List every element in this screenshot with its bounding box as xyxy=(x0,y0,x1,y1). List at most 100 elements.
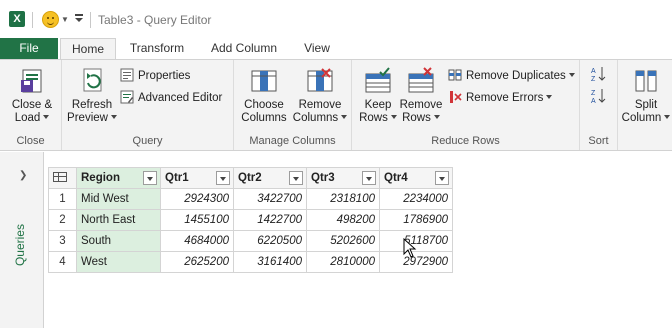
header-row: Region Qtr1 Qtr2 Qtr3 Qtr4 xyxy=(48,167,453,189)
properties-button[interactable]: Properties xyxy=(120,67,190,85)
svg-text:Z: Z xyxy=(591,76,596,83)
column-header-region[interactable]: Region xyxy=(76,167,161,189)
keep-rows-icon xyxy=(363,66,393,96)
remove-rows-label-1: Remove xyxy=(399,99,443,111)
qtr2-cell[interactable]: 1422700 xyxy=(233,209,307,231)
manage-columns-group-label: Manage Columns xyxy=(249,135,336,147)
svg-text:Z: Z xyxy=(591,90,596,97)
advanced-editor-icon xyxy=(120,90,134,104)
filter-dropdown-icon[interactable] xyxy=(216,171,230,185)
advanced-editor-label: Advanced Editor xyxy=(138,92,223,104)
row-number[interactable]: 3 xyxy=(48,230,77,252)
keep-rows-button[interactable]: Keep Rows xyxy=(358,66,398,125)
filter-dropdown-icon[interactable] xyxy=(435,171,449,185)
remove-columns-button[interactable]: Remove Columns xyxy=(292,66,348,125)
close-load-icon xyxy=(17,66,47,96)
qtr3-cell[interactable]: 2318100 xyxy=(306,188,380,210)
close-load-label-2: Load xyxy=(14,112,41,124)
chevron-down-icon xyxy=(43,115,50,119)
excel-logo-icon: X xyxy=(9,11,25,27)
region-cell[interactable]: South xyxy=(76,230,161,252)
filter-dropdown-icon[interactable] xyxy=(289,171,303,185)
tab-transform[interactable]: Transform xyxy=(122,38,192,59)
split-column-icon xyxy=(631,66,661,96)
refresh-icon xyxy=(77,66,107,96)
remove-duplicates-icon xyxy=(448,68,462,82)
keep-rows-label-1: Keep xyxy=(364,99,392,111)
table-row: 1 Mid West 2924300 3422700 2318100 22340… xyxy=(48,188,453,210)
chevron-down-icon xyxy=(390,115,397,119)
region-cell[interactable]: Mid West xyxy=(76,188,161,210)
title-bar: X ▼ Table3 - Query Editor xyxy=(0,0,672,38)
qtr4-cell[interactable]: 2234000 xyxy=(379,188,453,210)
remove-rows-label-2: Rows xyxy=(402,112,431,124)
remove-errors-label: Remove Errors xyxy=(466,92,544,104)
properties-icon xyxy=(120,68,134,82)
row-number[interactable]: 4 xyxy=(48,251,77,273)
close-load-button[interactable]: Close & Load xyxy=(6,66,58,125)
qtr1-cell[interactable]: 2625200 xyxy=(160,251,234,273)
region-cell[interactable]: West xyxy=(76,251,161,273)
split-column-label-2: Column xyxy=(621,112,662,124)
chevron-down-icon[interactable]: ▼ xyxy=(61,15,69,24)
reduce-rows-group-label: Reduce Rows xyxy=(431,135,500,147)
qtr4-cell[interactable]: 1786900 xyxy=(379,209,453,231)
tab-file[interactable]: File xyxy=(0,38,58,59)
tab-home[interactable]: Home xyxy=(60,38,116,60)
qtr3-cell[interactable]: 2810000 xyxy=(306,251,380,273)
split-column-button[interactable]: Split Column xyxy=(620,66,672,125)
ribbon-tabs: File Home Transform Add Column View xyxy=(0,38,672,60)
table-menu-button[interactable] xyxy=(48,167,77,189)
column-header-label: Qtr4 xyxy=(384,172,408,184)
tab-add-column[interactable]: Add Column xyxy=(204,38,284,59)
remove-duplicates-label: Remove Duplicates xyxy=(466,70,566,82)
data-grid: Region Qtr1 Qtr2 Qtr3 Qtr4 1 Mid West 29… xyxy=(48,167,453,273)
refresh-preview-button[interactable]: Refresh Preview xyxy=(64,66,120,125)
column-header-qtr4[interactable]: Qtr4 xyxy=(379,167,453,189)
qtr3-cell[interactable]: 5202600 xyxy=(306,230,380,252)
svg-text:A: A xyxy=(591,98,596,105)
remove-errors-icon xyxy=(448,90,462,104)
queries-pane-label[interactable]: Queries xyxy=(13,224,27,266)
advanced-editor-button[interactable]: Advanced Editor xyxy=(120,89,222,107)
column-header-label: Qtr3 xyxy=(311,172,335,184)
sort-ascending-button[interactable]: AZ xyxy=(590,65,612,83)
split-column-label-1: Split xyxy=(634,99,658,111)
region-cell[interactable]: North East xyxy=(76,209,161,231)
column-header-label: Qtr1 xyxy=(165,172,189,184)
column-header-qtr1[interactable]: Qtr1 xyxy=(160,167,234,189)
qtr2-cell[interactable]: 3422700 xyxy=(233,188,307,210)
qtr1-cell[interactable]: 4684000 xyxy=(160,230,234,252)
expand-queries-icon[interactable]: ❯ xyxy=(19,170,27,181)
filter-dropdown-icon[interactable] xyxy=(362,171,376,185)
choose-columns-icon xyxy=(249,66,279,96)
refresh-label-2: Preview xyxy=(67,112,108,124)
sort-descending-button[interactable]: ZA xyxy=(590,87,612,105)
qtr1-cell[interactable]: 1455100 xyxy=(160,209,234,231)
transform-group: Split Column xyxy=(618,60,672,150)
tab-view[interactable]: View xyxy=(296,38,338,59)
divider xyxy=(90,12,91,28)
choose-columns-button[interactable]: Choose Columns xyxy=(238,66,290,125)
remove-errors-button[interactable]: Remove Errors xyxy=(448,89,553,107)
chevron-down-icon xyxy=(568,73,575,77)
customize-quick-access-icon[interactable] xyxy=(74,12,84,26)
column-header-qtr3[interactable]: Qtr3 xyxy=(306,167,380,189)
filter-dropdown-icon[interactable] xyxy=(143,171,157,185)
row-number[interactable]: 2 xyxy=(48,209,77,231)
qtr3-cell[interactable]: 498200 xyxy=(306,209,380,231)
refresh-label-1: Refresh xyxy=(71,99,113,111)
column-header-qtr2[interactable]: Qtr2 xyxy=(233,167,307,189)
remove-duplicates-button[interactable]: Remove Duplicates xyxy=(448,67,575,85)
keep-rows-label-2: Rows xyxy=(359,112,388,124)
qtr2-cell[interactable]: 3161400 xyxy=(233,251,307,273)
row-number[interactable]: 1 xyxy=(48,188,77,210)
sort-group: AZ ZA Sort xyxy=(580,60,618,150)
qtr2-cell[interactable]: 6220500 xyxy=(233,230,307,252)
remove-rows-button[interactable]: Remove Rows xyxy=(398,66,444,125)
remove-columns-icon xyxy=(305,66,335,96)
table-row: 4 West 2625200 3161400 2810000 2972900 xyxy=(48,251,453,273)
qtr1-cell[interactable]: 2924300 xyxy=(160,188,234,210)
smiley-feedback-icon[interactable] xyxy=(42,11,59,28)
chevron-down-icon xyxy=(664,115,671,119)
